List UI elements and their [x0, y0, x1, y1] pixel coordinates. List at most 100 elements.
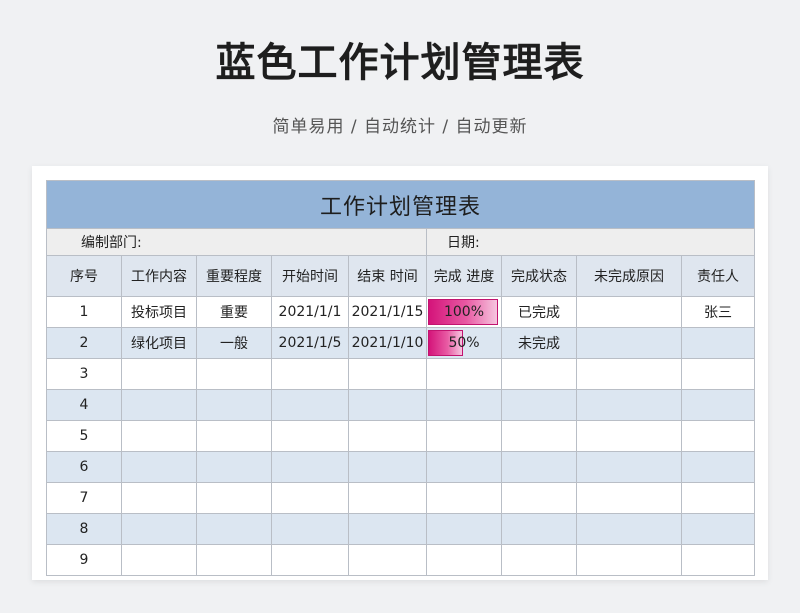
cell-owner[interactable] — [680, 451, 756, 483]
column-header-end: 结束 时间 — [348, 255, 427, 297]
cell-no[interactable]: 5 — [46, 420, 122, 452]
cell-owner[interactable] — [680, 544, 756, 576]
cell-task[interactable] — [121, 482, 197, 514]
table-row: 8 — [46, 513, 756, 545]
cell-end[interactable]: 2021/1/10 — [348, 327, 427, 359]
cell-no[interactable]: 3 — [46, 358, 122, 390]
page-subtitle: 简单易用 / 自动统计 / 自动更新 — [272, 117, 528, 137]
cell-task[interactable]: 投标项目 — [121, 296, 197, 328]
column-header-owner: 责任人 — [680, 255, 756, 297]
table-row: 1 投标项目 重要 2021/1/1 2021/1/15 100% 已完成 张三 — [46, 296, 756, 328]
cell-start[interactable] — [271, 420, 349, 452]
cell-start[interactable] — [271, 513, 349, 545]
cell-priority[interactable]: 重要 — [196, 296, 272, 328]
cell-priority[interactable] — [196, 544, 272, 576]
cell-end[interactable] — [348, 451, 427, 483]
cell-reason[interactable] — [576, 389, 682, 421]
progress-label: 50% — [448, 335, 480, 351]
cell-owner[interactable] — [680, 327, 756, 359]
dept-label[interactable]: 编制部门: — [46, 228, 427, 256]
cell-progress[interactable] — [426, 544, 502, 576]
cell-no[interactable]: 4 — [46, 389, 122, 421]
cell-start[interactable] — [271, 482, 349, 514]
cell-start[interactable] — [271, 544, 349, 576]
cell-progress[interactable] — [426, 358, 502, 390]
cell-owner[interactable] — [680, 420, 756, 452]
cell-task[interactable] — [121, 513, 197, 545]
cell-status[interactable] — [501, 451, 577, 483]
cell-priority[interactable] — [196, 451, 272, 483]
cell-priority[interactable] — [196, 389, 272, 421]
cell-end[interactable] — [348, 513, 427, 545]
cell-priority[interactable] — [196, 420, 272, 452]
cell-start[interactable] — [271, 451, 349, 483]
cell-progress[interactable] — [426, 482, 502, 514]
cell-status[interactable] — [501, 358, 577, 390]
cell-progress[interactable] — [426, 420, 502, 452]
cell-task[interactable] — [121, 358, 197, 390]
cell-reason[interactable] — [576, 482, 682, 514]
cell-progress[interactable]: 50% — [426, 327, 502, 359]
cell-start[interactable]: 2021/1/5 — [271, 327, 349, 359]
spreadsheet-card: 工作计划管理表 编制部门: 日期: 序号 工作内容 重要程度 开始时间 结束 时间 完成 … — [32, 166, 768, 580]
column-header-progress: 完成 进度 — [426, 255, 502, 297]
cell-task[interactable] — [121, 451, 197, 483]
cell-task[interactable] — [121, 420, 197, 452]
cell-reason[interactable] — [576, 420, 682, 452]
cell-progress[interactable] — [426, 451, 502, 483]
cell-progress[interactable] — [426, 513, 502, 545]
cell-task[interactable] — [121, 544, 197, 576]
table-row: 7 — [46, 482, 756, 514]
date-label[interactable]: 日期: — [425, 228, 756, 256]
cell-reason[interactable] — [576, 513, 682, 545]
cell-end[interactable] — [348, 420, 427, 452]
cell-status[interactable] — [501, 482, 577, 514]
cell-reason[interactable] — [576, 451, 682, 483]
work-plan-table: 工作计划管理表 编制部门: 日期: 序号 工作内容 重要程度 开始时间 结束 时间 完成 … — [45, 180, 756, 576]
cell-reason[interactable] — [576, 358, 682, 390]
cell-no[interactable]: 1 — [46, 296, 122, 328]
column-header-priority: 重要程度 — [196, 255, 272, 297]
cell-no[interactable]: 2 — [46, 327, 122, 359]
cell-status[interactable] — [501, 389, 577, 421]
cell-priority[interactable]: 一般 — [196, 327, 272, 359]
cell-status[interactable] — [501, 544, 577, 576]
cell-end[interactable] — [348, 544, 427, 576]
cell-end[interactable] — [348, 482, 427, 514]
cell-start[interactable] — [271, 358, 349, 390]
column-header-status: 完成状态 — [501, 255, 577, 297]
cell-reason[interactable] — [576, 544, 682, 576]
cell-progress[interactable] — [426, 389, 502, 421]
cell-no[interactable]: 9 — [46, 544, 122, 576]
cell-no[interactable]: 7 — [46, 482, 122, 514]
cell-priority[interactable] — [196, 358, 272, 390]
cell-task[interactable]: 绿化项目 — [121, 327, 197, 359]
cell-end[interactable] — [348, 389, 427, 421]
cell-status[interactable]: 已完成 — [501, 296, 577, 328]
cell-reason[interactable] — [576, 296, 682, 328]
cell-owner[interactable] — [680, 482, 756, 514]
cell-priority[interactable] — [196, 482, 272, 514]
cell-start[interactable]: 2021/1/1 — [271, 296, 349, 328]
progress-label: 100% — [443, 304, 485, 320]
cell-owner[interactable] — [680, 389, 756, 421]
cell-owner[interactable]: 张三 — [680, 296, 756, 328]
table-row: 3 — [46, 358, 756, 390]
cell-start[interactable] — [271, 389, 349, 421]
cell-task[interactable] — [121, 389, 197, 421]
cell-end[interactable]: 2021/1/15 — [348, 296, 427, 328]
cell-no[interactable]: 6 — [46, 451, 122, 483]
table-row: 2 绿化项目 一般 2021/1/5 2021/1/10 50% 未完成 — [46, 327, 756, 359]
cell-priority[interactable] — [196, 513, 272, 545]
cell-owner[interactable] — [680, 358, 756, 390]
cell-status[interactable] — [501, 513, 577, 545]
cell-status[interactable] — [501, 420, 577, 452]
column-header-task: 工作内容 — [121, 255, 197, 297]
cell-progress[interactable]: 100% — [426, 296, 502, 328]
cell-end[interactable] — [348, 358, 427, 390]
cell-status[interactable]: 未完成 — [501, 327, 577, 359]
cell-owner[interactable] — [680, 513, 756, 545]
cell-no[interactable]: 8 — [46, 513, 122, 545]
cell-reason[interactable] — [576, 327, 682, 359]
column-header-no: 序号 — [46, 255, 122, 297]
